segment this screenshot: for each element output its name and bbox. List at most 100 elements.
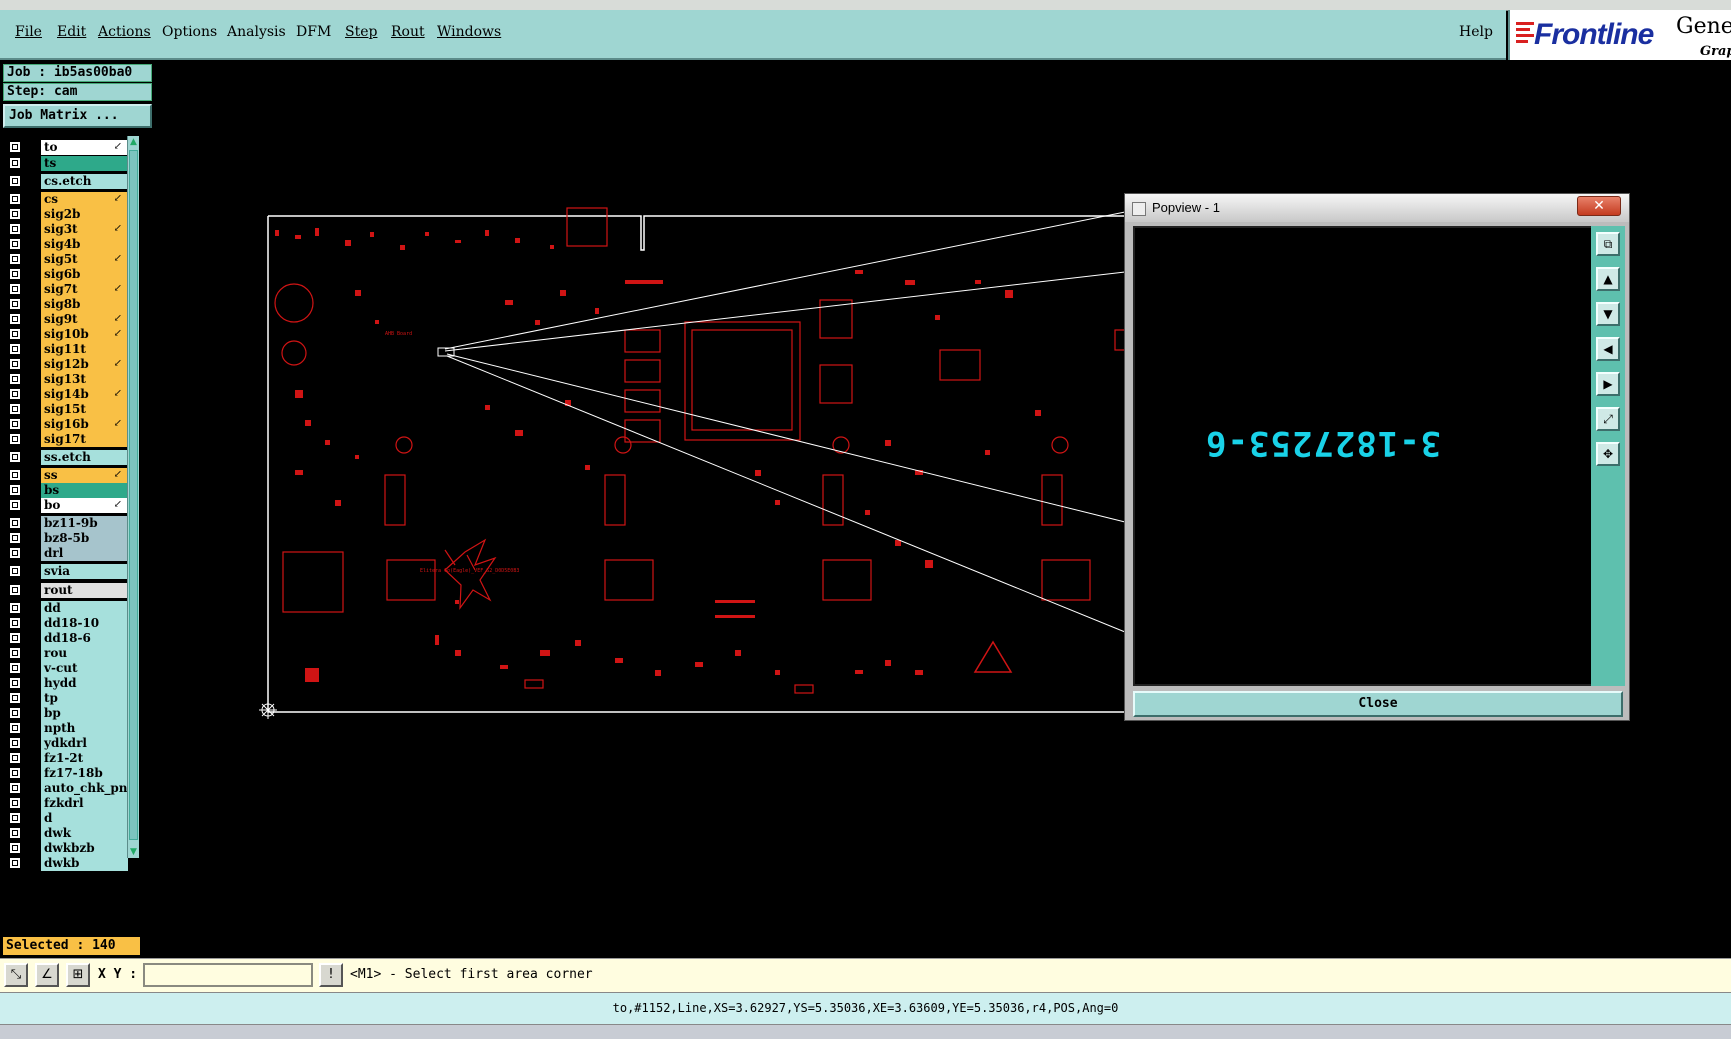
layer-checkbox[interactable] bbox=[9, 499, 21, 511]
layer-name[interactable]: dd18-6 bbox=[41, 631, 128, 646]
restore-icon[interactable]: ⧉ bbox=[1596, 232, 1620, 256]
layer-row[interactable]: ss.etch bbox=[5, 450, 128, 465]
layer-checkbox[interactable] bbox=[9, 283, 21, 295]
layer-row[interactable]: rou bbox=[5, 646, 128, 661]
menu-windows[interactable]: Windows bbox=[437, 24, 501, 40]
layer-row[interactable]: sig14b ↙ bbox=[5, 387, 128, 402]
menu-analysis[interactable]: Analysis bbox=[227, 24, 286, 40]
layer-name[interactable]: dd bbox=[41, 601, 128, 616]
layer-row[interactable]: svia bbox=[5, 564, 128, 579]
layer-row[interactable]: drl bbox=[5, 546, 128, 561]
layer-name[interactable]: sig8b bbox=[41, 297, 128, 312]
layer-name[interactable]: bs bbox=[41, 483, 128, 498]
layer-checkbox[interactable] bbox=[9, 812, 21, 824]
layer-checkbox[interactable] bbox=[9, 722, 21, 734]
layer-checkbox[interactable] bbox=[9, 692, 21, 704]
layer-name[interactable]: dd18-10 bbox=[41, 616, 128, 631]
menu-actions[interactable]: Actions bbox=[98, 24, 151, 40]
menu-rout[interactable]: Rout bbox=[391, 24, 425, 40]
layer-checkbox[interactable] bbox=[9, 827, 21, 839]
popview-close-button[interactable]: Close bbox=[1133, 691, 1623, 717]
layer-row[interactable]: auto_chk_pnl bbox=[5, 781, 128, 796]
popview-close-x-button[interactable]: ✕ bbox=[1577, 196, 1621, 216]
layer-row[interactable]: ss ↙ bbox=[5, 468, 128, 483]
scroll-thumb[interactable] bbox=[129, 150, 138, 840]
scroll-down-icon[interactable]: ▼ bbox=[128, 846, 139, 858]
layer-checkbox[interactable] bbox=[9, 662, 21, 674]
arrow-left-icon[interactable]: ◀ bbox=[1596, 337, 1620, 361]
layer-name[interactable]: sig17t bbox=[41, 432, 128, 447]
layer-checkbox[interactable] bbox=[9, 157, 21, 169]
menu-edit[interactable]: Edit bbox=[57, 24, 86, 40]
layer-row[interactable]: hydd bbox=[5, 676, 128, 691]
layer-checkbox[interactable] bbox=[9, 857, 21, 869]
xy-input[interactable] bbox=[143, 963, 313, 987]
zoom-home-icon[interactable]: ✥ bbox=[1596, 442, 1620, 466]
layer-checkbox[interactable] bbox=[9, 418, 21, 430]
layer-row[interactable]: fz1-2t bbox=[5, 751, 128, 766]
layer-row[interactable]: sig12b ↙ bbox=[5, 357, 128, 372]
layer-row[interactable]: bo ↙ bbox=[5, 498, 128, 513]
layer-name[interactable]: sig2b bbox=[41, 207, 128, 222]
layer-name[interactable]: dwkb bbox=[41, 856, 128, 871]
layer-row[interactable]: to ↙ bbox=[5, 140, 128, 155]
layer-name[interactable]: bz8-5b bbox=[41, 531, 128, 546]
layer-row[interactable]: sig8b bbox=[5, 297, 128, 312]
layer-checkbox[interactable] bbox=[9, 208, 21, 220]
layer-checkbox[interactable] bbox=[9, 617, 21, 629]
layer-checkbox[interactable] bbox=[9, 358, 21, 370]
popview-screen[interactable]: 3-1827253-6 bbox=[1133, 226, 1593, 686]
layer-row[interactable]: sig17t bbox=[5, 432, 128, 447]
layer-name[interactable]: d bbox=[41, 811, 128, 826]
layer-row[interactable]: dd18-6 bbox=[5, 631, 128, 646]
layer-row[interactable]: sig16b ↙ bbox=[5, 417, 128, 432]
layer-checkbox[interactable] bbox=[9, 737, 21, 749]
layer-row[interactable]: bz11-9b bbox=[5, 516, 128, 531]
menu-step[interactable]: Step bbox=[345, 24, 377, 40]
layer-checkbox[interactable] bbox=[9, 373, 21, 385]
layer-name[interactable]: ydkdrl bbox=[41, 736, 128, 751]
layer-checkbox[interactable] bbox=[9, 782, 21, 794]
job-matrix-button[interactable]: Job Matrix ... bbox=[3, 104, 152, 128]
layer-checkbox[interactable] bbox=[9, 343, 21, 355]
layer-checkbox[interactable] bbox=[9, 403, 21, 415]
layer-name[interactable]: hydd bbox=[41, 676, 128, 691]
layer-name[interactable]: rout bbox=[41, 583, 128, 598]
layer-name[interactable]: sig6b bbox=[41, 267, 128, 282]
layer-checkbox[interactable] bbox=[9, 584, 21, 596]
layer-row[interactable]: sig5t ↙ bbox=[5, 252, 128, 267]
layer-row[interactable]: dd18-10 bbox=[5, 616, 128, 631]
layer-checkbox[interactable] bbox=[9, 767, 21, 779]
layer-row[interactable]: dwk bbox=[5, 826, 128, 841]
layer-checkbox[interactable] bbox=[9, 752, 21, 764]
layer-checkbox[interactable] bbox=[9, 602, 21, 614]
layer-checkbox[interactable] bbox=[9, 632, 21, 644]
layer-name[interactable]: sig13t bbox=[41, 372, 128, 387]
arrow-up-icon[interactable]: ▲ bbox=[1596, 267, 1620, 291]
layer-checkbox[interactable] bbox=[9, 268, 21, 280]
layer-row[interactable]: sig7t ↙ bbox=[5, 282, 128, 297]
grid-icon[interactable]: ⊞ bbox=[66, 963, 90, 987]
layer-name[interactable]: v-cut bbox=[41, 661, 128, 676]
layer-checkbox[interactable] bbox=[9, 313, 21, 325]
layer-checkbox[interactable] bbox=[9, 797, 21, 809]
layer-checkbox[interactable] bbox=[9, 484, 21, 496]
layer-checkbox[interactable] bbox=[9, 388, 21, 400]
layer-name[interactable]: cs.etch bbox=[41, 174, 128, 189]
menu-dfm[interactable]: DFM bbox=[296, 24, 331, 40]
menu-options[interactable]: Options bbox=[162, 24, 217, 40]
layer-checkbox[interactable] bbox=[9, 707, 21, 719]
layer-name[interactable]: npth bbox=[41, 721, 128, 736]
scroll-up-icon[interactable]: ▲ bbox=[128, 136, 139, 148]
layer-checkbox[interactable] bbox=[9, 298, 21, 310]
layer-row[interactable]: v-cut bbox=[5, 661, 128, 676]
layer-name[interactable]: dwkbzb bbox=[41, 841, 128, 856]
layer-row[interactable]: sig10b ↙ bbox=[5, 327, 128, 342]
layer-name[interactable]: tp bbox=[41, 691, 128, 706]
layer-row[interactable]: sig13t bbox=[5, 372, 128, 387]
layer-row[interactable]: rout bbox=[5, 583, 128, 598]
layer-checkbox[interactable] bbox=[9, 141, 21, 153]
layer-name[interactable]: bp bbox=[41, 706, 128, 721]
layer-checkbox[interactable] bbox=[9, 842, 21, 854]
zoom-fit-icon[interactable]: ⤢ bbox=[1596, 407, 1620, 431]
